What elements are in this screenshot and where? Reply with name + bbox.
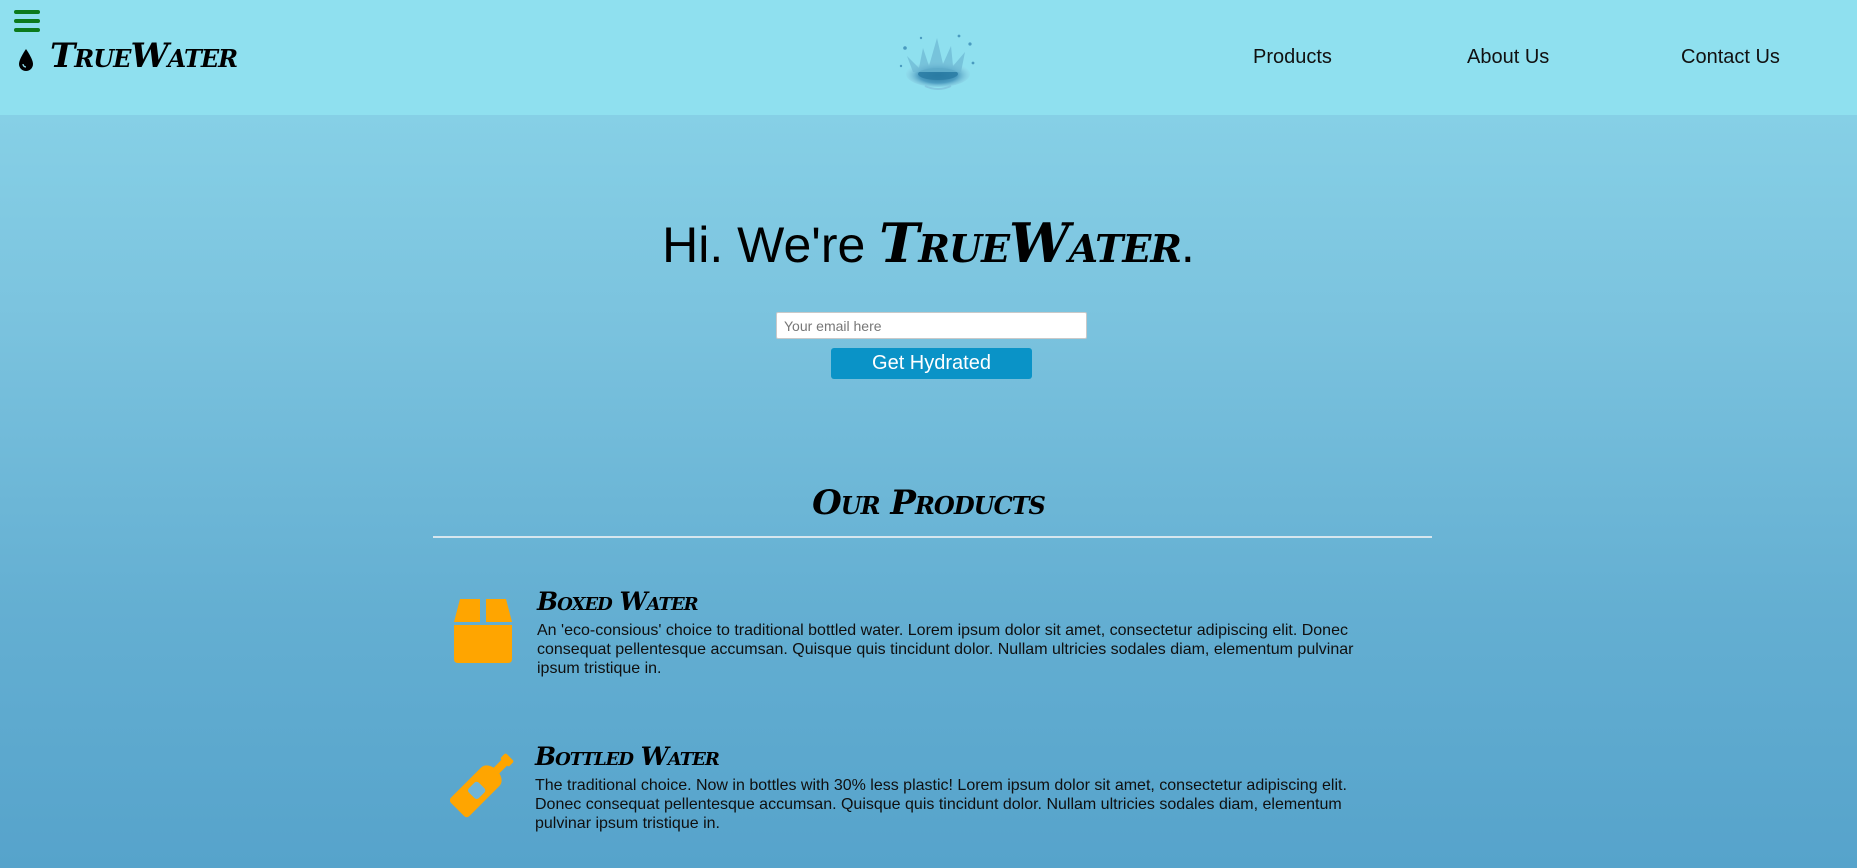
site-header: TrueWater Products About Us Contact Us bbox=[0, 0, 1857, 115]
product-name: Bottled Water bbox=[535, 742, 720, 771]
nav-link-about-us[interactable]: About Us bbox=[1467, 45, 1549, 69]
products-divider bbox=[433, 536, 1432, 538]
site-logo[interactable]: TrueWater bbox=[50, 34, 238, 78]
box-icon bbox=[454, 599, 512, 663]
product-description: The traditional choice. Now in bottles w… bbox=[535, 777, 1347, 832]
water-drop-icon bbox=[19, 49, 33, 71]
product-name: Boxed Water bbox=[537, 587, 699, 616]
nav-link-products[interactable]: Products bbox=[1253, 45, 1332, 69]
hero-title-suffix: . bbox=[1180, 217, 1195, 273]
products-heading: Our Products bbox=[812, 483, 1046, 523]
get-hydrated-button[interactable]: Get Hydrated bbox=[831, 348, 1032, 379]
nav-link-contact-us[interactable]: Contact Us bbox=[1681, 45, 1780, 69]
water-splash-logo bbox=[899, 34, 975, 90]
product-description: An 'eco-consious' choice to traditional … bbox=[537, 622, 1354, 677]
email-input[interactable] bbox=[776, 312, 1087, 339]
hamburger-menu-icon[interactable] bbox=[14, 10, 40, 32]
hero-title: Hi. We're TrueWater. bbox=[0, 210, 1857, 278]
bottle-icon bbox=[450, 753, 514, 818]
hero-title-prefix: Hi. We're bbox=[662, 217, 880, 273]
hero-title-brand: TrueWater bbox=[879, 211, 1182, 275]
